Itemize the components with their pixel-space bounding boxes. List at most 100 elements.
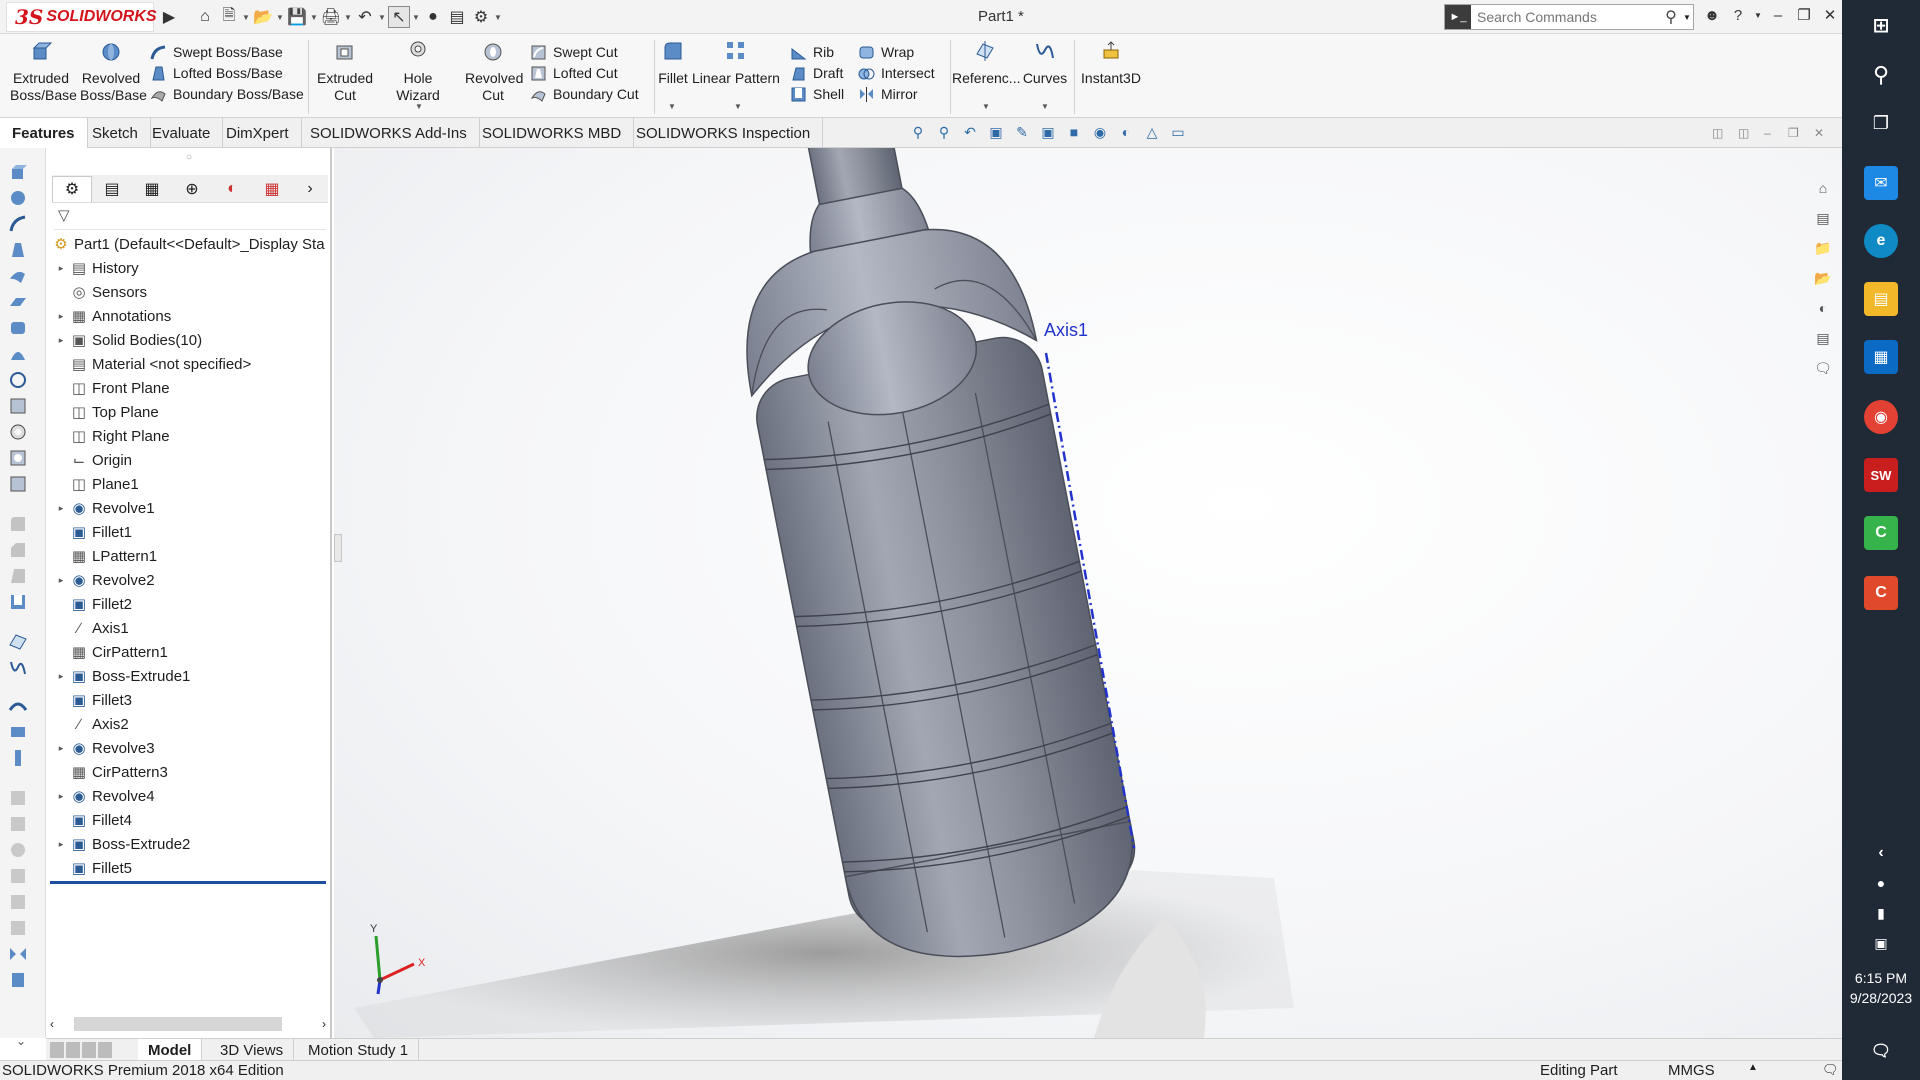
chevron-up-icon[interactable]: ▲ [1748,1062,1758,1073]
chevron-down-icon[interactable]: ▼ [494,13,502,22]
extrude-icon[interactable] [8,162,28,182]
cut-icon[interactable] [8,396,28,416]
panel-grip-icon[interactable]: ○ [186,152,192,163]
swept-boss-button[interactable]: Swept Boss/Base [150,42,283,62]
extruded-boss-button[interactable]: Extruded Boss/Base [8,40,77,104]
doc-close-icon[interactable]: ✕ [1814,126,1824,140]
solidworks-taskbar-icon[interactable]: SW [1864,458,1898,492]
expand-arrow-icon[interactable]: ▸ [52,263,70,274]
chevron-down-icon[interactable]: ▼ [1754,11,1762,20]
tree-filter[interactable]: ▽ [54,206,326,230]
help-icon[interactable]: ? [1728,7,1748,24]
display-style-icon[interactable]: ■ [1064,124,1084,142]
tree-item[interactable]: ◫ Top Plane [52,400,328,424]
resources-icon[interactable]: ▤ [1813,210,1833,230]
zoom-to-area-icon[interactable]: ⚲ [934,124,954,142]
mirror-button[interactable]: Mirror [858,84,918,104]
meet-now-icon[interactable]: ▣ [1864,926,1898,960]
chevron-left-icon[interactable]: ‹ [1864,836,1898,870]
expand-arrow-icon[interactable]: ▸ [52,335,70,346]
configuration-manager-tab-icon[interactable]: ▦ [132,176,172,202]
chevron-down-icon[interactable]: ▼ [242,13,250,22]
instant3d-button[interactable]: Instant3D [1076,40,1146,87]
menu-expand-icon[interactable]: ▶ [158,6,180,28]
custom-properties-icon[interactable]: ▤ [1813,330,1833,350]
previous-view-icon[interactable]: ↶ [960,124,980,142]
edit-appearance-icon[interactable]: ◐ [1116,124,1136,142]
tree-item[interactable]: ∕ Axis2 [52,712,328,736]
tree-item[interactable]: ▤ Material <not specified> [52,352,328,376]
expand-arrow-icon[interactable]: ▸ [52,575,70,586]
axis1-label[interactable]: Axis1 [1044,320,1088,340]
print-icon[interactable]: 🖨 [320,6,342,28]
hole-icon[interactable] [8,422,28,442]
lofted-boss-button[interactable]: Lofted Boss/Base [150,63,283,83]
tree-item[interactable]: ▸ ▦ Annotations [52,304,328,328]
section-view-icon[interactable]: ▣ [986,124,1006,142]
cam-manager-tab-icon[interactable]: ▦ [252,176,292,202]
graphics-area[interactable]: Axis1 Y X [334,148,1842,1038]
tree-item[interactable]: ▦ CirPattern3 [52,760,328,784]
expand-arrow-icon[interactable]: ▸ [52,671,70,682]
camtasia-recorder-icon[interactable]: C [1864,576,1898,610]
sheet-metal-icon[interactable] [8,722,28,742]
swept-icon[interactable] [8,214,28,234]
hide-show-items-icon[interactable]: ◉ [1090,124,1110,142]
edge-browser-icon[interactable]: e [1864,224,1898,258]
expand-arrow-icon[interactable]: ▸ [52,743,70,754]
revolved-cut-icon[interactable] [8,448,28,468]
surface-icon[interactable] [8,696,28,716]
minimize-icon[interactable]: – [1768,7,1788,24]
chevron-down-icon[interactable]: ▼ [310,13,318,22]
revolved-cut-button[interactable]: Revolved Cut [460,40,526,104]
dynamic-annotation-icon[interactable]: ✎ [1012,124,1032,142]
camtasia-green-icon[interactable]: C [1864,516,1898,550]
scroll-right-icon[interactable]: › [322,1017,326,1031]
split-icon[interactable] [8,814,28,834]
system-clock[interactable]: 6:15 PM 9/28/2023 [1842,968,1920,1008]
fillet-button[interactable]: Fillet [656,40,690,87]
tree-item[interactable]: ▸ ▣ Solid Bodies(10) [52,328,328,352]
tree-item[interactable]: ⌙ Origin [52,448,328,472]
curves-button[interactable]: Curves [1022,40,1068,87]
dome-icon[interactable] [8,344,28,364]
swept-cut-button[interactable]: Swept Cut [530,42,618,62]
hole-wizard-button[interactable]: Hole Wizard [380,40,456,104]
property-manager-tab-icon[interactable]: ▤ [92,176,132,202]
weldment-icon[interactable] [8,748,28,768]
appearances-icon[interactable]: ◐ [1813,300,1833,320]
tree-item[interactable]: ▸ ▣ Boss-Extrude2 [52,832,328,856]
shell-button[interactable]: Shell [790,84,844,104]
expand-arrow-icon[interactable]: ▸ [52,503,70,514]
move-face-icon[interactable] [8,866,28,886]
delete-face-icon[interactable] [8,892,28,912]
first-tab-icon[interactable] [50,1042,64,1058]
microphone-icon[interactable]: ● [1864,866,1898,900]
extruded-cut-button[interactable]: Extruded Cut [312,40,378,104]
tree-item[interactable]: ▦ LPattern1 [52,544,328,568]
chevron-down-icon[interactable]: ▼ [415,102,423,111]
tile-vertical-icon[interactable]: ◫ [1738,126,1749,140]
close-icon[interactable]: ✕ [1820,6,1840,24]
view-settings-icon[interactable]: ▭ [1168,124,1188,142]
prev-tab-icon[interactable] [66,1042,80,1058]
mirror-icon[interactable] [8,944,28,964]
tree-item[interactable]: ▦ CirPattern1 [52,640,328,664]
combine-icon[interactable] [8,840,28,860]
tree-item[interactable]: ▸ ◉ Revolve1 [52,496,328,520]
tree-item[interactable]: ▣ Fillet2 [52,592,328,616]
expand-arrow-icon[interactable]: ▸ [52,311,70,322]
file-properties-icon[interactable]: ▤ [446,6,468,28]
tab-solidworks-inspection[interactable]: SOLIDWORKS Inspection [624,118,824,148]
lofted-cut-button[interactable]: Lofted Cut [530,63,618,83]
expand-arrow-icon[interactable]: ▸ [52,839,70,850]
tree-root-part[interactable]: ⚙ Part1 (Default<<Default>_Display Sta [52,232,328,256]
expand-arrow-icon[interactable]: ▸ [52,791,70,802]
tree-horizontal-scrollbar[interactable]: ‹ › [50,1015,326,1033]
boundary-icon[interactable] [8,266,28,286]
microsoft-store-icon[interactable]: ▦ [1864,340,1898,374]
tree-item[interactable]: ▣ Fillet4 [52,808,328,832]
rebuild-icon[interactable]: ● [422,6,444,28]
intersect-button[interactable]: Intersect [858,63,935,83]
undo-icon[interactable]: ↶ [354,6,376,28]
